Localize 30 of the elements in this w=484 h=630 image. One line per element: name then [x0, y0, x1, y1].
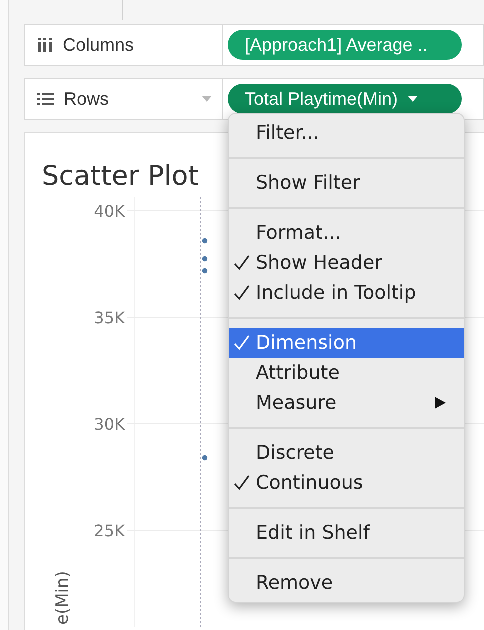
- axis-tick-label: 25K: [94, 522, 125, 540]
- menu-item[interactable]: Remove: [229, 568, 464, 598]
- menu-item[interactable]: Include in Tooltip: [229, 278, 464, 308]
- shelf-label: Columns: [63, 34, 134, 56]
- menu-item[interactable]: Show Filter: [229, 168, 464, 198]
- axis-tick-label: 35K: [94, 308, 125, 328]
- check-icon: [234, 285, 250, 301]
- menu-item[interactable]: Dimension: [229, 328, 464, 358]
- rows-icon: [37, 92, 54, 106]
- dropdown-caret-icon[interactable]: [202, 96, 212, 102]
- menu-item[interactable]: Filter...: [229, 118, 464, 148]
- menu-item[interactable]: Discrete: [229, 438, 464, 468]
- chart-title: Scatter Plot: [42, 160, 199, 194]
- menu-item[interactable]: Measure: [229, 388, 464, 418]
- axis-title: e(Min): [53, 571, 73, 625]
- menu-item[interactable]: Edit in Shelf: [229, 518, 464, 548]
- axis-tick-label: 40K: [94, 202, 125, 221]
- axis-tick-label: 30K: [94, 415, 125, 434]
- submenu-arrow-icon: [435, 397, 446, 409]
- caret-icon: [408, 96, 418, 102]
- menu-item[interactable]: Show Header: [229, 248, 464, 278]
- check-icon: [234, 475, 250, 491]
- columns-icon: [37, 38, 53, 52]
- menu-item[interactable]: Continuous: [229, 468, 464, 498]
- field-pill[interactable]: Total Playtime(Min): [228, 84, 462, 114]
- menu-item[interactable]: Attribute: [229, 358, 464, 388]
- shelf-label: Rows: [64, 88, 110, 110]
- menu-item[interactable]: Format...: [229, 218, 464, 248]
- check-icon: [234, 255, 250, 271]
- check-icon: [234, 335, 250, 351]
